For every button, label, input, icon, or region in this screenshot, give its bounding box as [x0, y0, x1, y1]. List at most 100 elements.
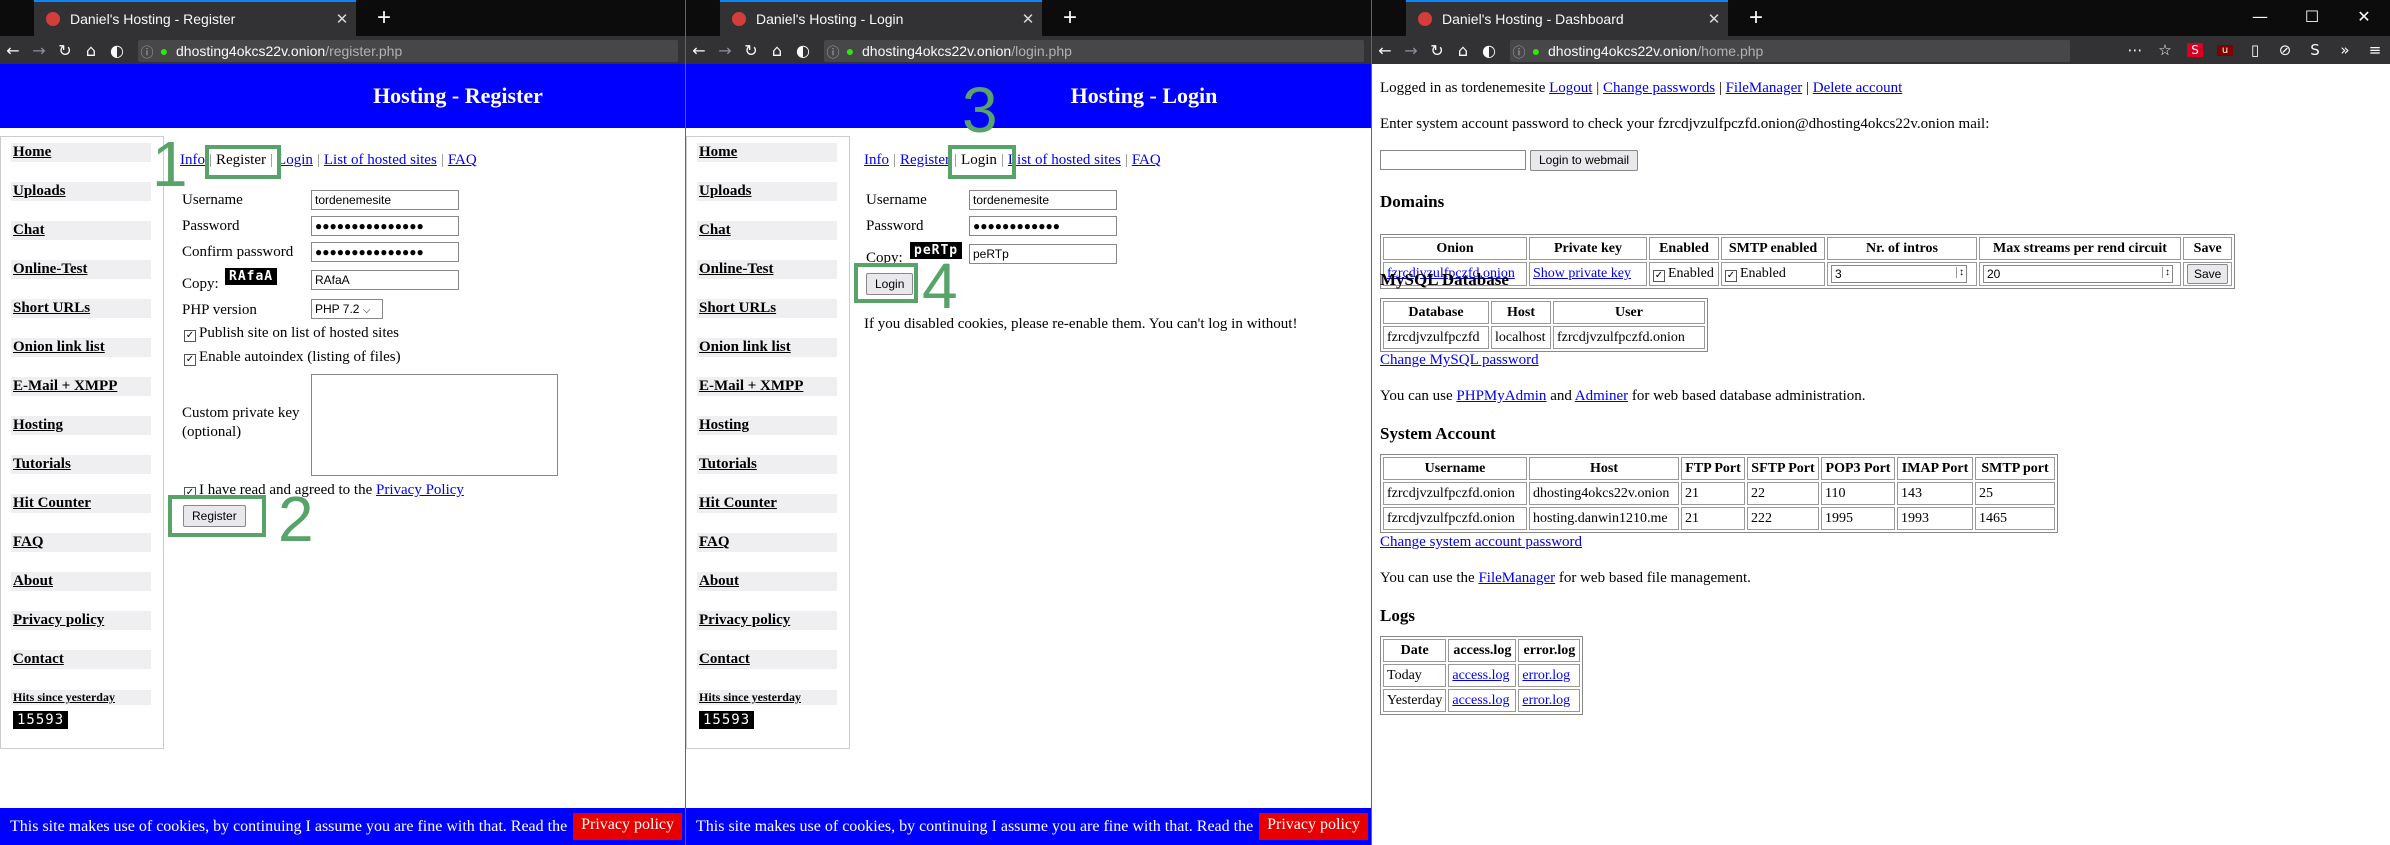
login-webmail-button[interactable]: Login to webmail [1530, 150, 1639, 171]
sidebar-item-contact[interactable]: Contact [697, 650, 837, 669]
tab-faq[interactable]: FAQ [448, 152, 477, 168]
info-icon[interactable]: ⓘ [824, 42, 842, 61]
forward-icon[interactable]: → [26, 41, 52, 60]
change-system-password-link[interactable]: Change system account password [1380, 534, 1582, 550]
sidebar-item-email-xmpp[interactable]: E-Mail + XMPP [697, 377, 837, 396]
tab-info[interactable]: Info [864, 152, 889, 168]
autoindex-checkbox[interactable]: ✓ [184, 354, 196, 366]
cookie-privacy-button[interactable]: Privacy policy [573, 813, 682, 840]
extension-icon[interactable]: S [2300, 41, 2330, 59]
tab-list-hosted[interactable]: List of hosted sites [324, 152, 437, 168]
sidebar-item-tutorials[interactable]: Tutorials [11, 455, 151, 474]
browser-tab[interactable]: Daniel's Hosting - Register ✕ [34, 0, 356, 36]
forward-icon[interactable]: → [1398, 41, 1424, 60]
logout-link[interactable]: Logout [1549, 80, 1592, 96]
phpmyadmin-link[interactable]: PHPMyAdmin [1456, 388, 1546, 404]
password-input[interactable]: ●●●●●●●●●●●● [969, 216, 1117, 236]
delete-account-link[interactable]: Delete account [1813, 80, 1903, 96]
ublock-icon[interactable]: u [2217, 44, 2233, 56]
private-key-textarea[interactable] [311, 374, 558, 476]
sidebar-item-short-urls[interactable]: Short URLs [697, 299, 837, 318]
sidebar-item-hosting[interactable]: Hosting [697, 416, 837, 435]
maximize-icon[interactable]: ☐ [2286, 0, 2338, 36]
filemanager-inline-link[interactable]: FileManager [1478, 570, 1555, 586]
sidebar-item-faq[interactable]: FAQ [11, 533, 151, 552]
back-icon[interactable]: ← [1372, 41, 1398, 60]
confirm-password-input[interactable]: ●●●●●●●●●●●●●●● [311, 242, 459, 262]
close-tab-icon[interactable]: ✕ [1700, 10, 1728, 28]
tor-circuit-icon[interactable]: ◐ [104, 41, 130, 60]
enabled-checkbox[interactable]: ✓ [1653, 270, 1665, 282]
sidebar-item-chat[interactable]: Chat [11, 221, 151, 240]
password-input[interactable]: ●●●●●●●●●●●●●●● [311, 216, 459, 236]
captcha-input[interactable]: peRTp [969, 244, 1117, 264]
close-window-icon[interactable]: ✕ [2338, 0, 2390, 36]
sidebar-item-onion-link-list[interactable]: Onion link list [697, 338, 837, 357]
info-icon[interactable]: ⓘ [1510, 42, 1528, 61]
cookie-privacy-button[interactable]: Privacy policy [1259, 813, 1368, 840]
php-version-select[interactable]: PHP 7.2 ⌵ [311, 299, 383, 319]
forward-icon[interactable]: → [712, 41, 738, 60]
username-input[interactable]: tordenemesite [311, 190, 459, 210]
close-tab-icon[interactable]: ✕ [1014, 10, 1042, 28]
sidebar-item-privacy-policy[interactable]: Privacy policy [11, 611, 151, 630]
bookmark-star-icon[interactable]: ☆ [2150, 41, 2180, 59]
sidebar-item-home[interactable]: Home [697, 143, 837, 162]
new-tab-icon[interactable]: + [1056, 4, 1084, 32]
sidebar-item-online-test[interactable]: Online-Test [11, 260, 151, 279]
back-icon[interactable]: ← [686, 41, 712, 60]
username-input[interactable]: tordenemesite [969, 190, 1117, 210]
url-bar[interactable]: ⓘ ● dhosting4okcs22v.onion/register.php [138, 40, 678, 62]
sidebar-item-online-test[interactable]: Online-Test [697, 260, 837, 279]
change-passwords-link[interactable]: Change passwords [1603, 80, 1715, 96]
sidebar-item-hosting[interactable]: Hosting [11, 416, 151, 435]
close-tab-icon[interactable]: ✕ [328, 10, 356, 28]
sidebar-item-onion-link-list[interactable]: Onion link list [11, 338, 151, 357]
autoindex-option[interactable]: ✓ Enable autoindex (listing of files) [184, 349, 401, 366]
home-icon[interactable]: ⌂ [78, 41, 104, 60]
sidebar-item-email-xmpp[interactable]: E-Mail + XMPP [11, 377, 151, 396]
sidebar-item-chat[interactable]: Chat [697, 221, 837, 240]
tab-register[interactable]: Register [900, 152, 950, 168]
sidebar-item-uploads[interactable]: Uploads [11, 182, 151, 201]
show-private-key-link[interactable]: Show private key [1533, 266, 1631, 281]
info-icon[interactable]: ⓘ [138, 42, 156, 61]
sidebar-item-about[interactable]: About [697, 572, 837, 591]
captcha-input[interactable]: RAfaA [311, 270, 459, 290]
intros-stepper[interactable]: 3 [1831, 265, 1967, 283]
error-log-link[interactable]: error.log [1522, 668, 1570, 683]
noscript-icon[interactable]: ⊘ [2270, 41, 2300, 59]
tor-circuit-icon[interactable]: ◐ [790, 41, 816, 60]
menu-icon[interactable]: ≡ [2360, 41, 2390, 59]
reload-icon[interactable]: ↻ [1424, 41, 1450, 60]
error-log-link[interactable]: error.log [1522, 693, 1570, 708]
sidebar-item-faq[interactable]: FAQ [697, 533, 837, 552]
sidebar-item-hit-counter[interactable]: Hit Counter [697, 494, 837, 513]
reload-icon[interactable]: ↻ [738, 41, 764, 60]
privacy-policy-link[interactable]: Privacy Policy [376, 482, 464, 498]
access-log-link[interactable]: access.log [1452, 668, 1509, 683]
url-bar[interactable]: ⓘ ● dhosting4okcs22v.onion/login.php [824, 40, 1364, 62]
minimize-icon[interactable]: — [2234, 0, 2286, 36]
tab-list-hosted[interactable]: List of hosted sites [1008, 152, 1121, 168]
sidebar-item-about[interactable]: About [11, 572, 151, 591]
tor-circuit-icon[interactable]: ◐ [1476, 41, 1502, 60]
tab-faq[interactable]: FAQ [1132, 152, 1161, 168]
adminer-link[interactable]: Adminer [1575, 388, 1628, 404]
sidebar-item-contact[interactable]: Contact [11, 650, 151, 669]
access-log-link[interactable]: access.log [1452, 693, 1509, 708]
home-icon[interactable]: ⌂ [764, 41, 790, 60]
publish-option[interactable]: ✓ Publish site on list of hosted sites [184, 325, 399, 342]
sidebar-item-uploads[interactable]: Uploads [697, 182, 837, 201]
save-button[interactable]: Save [2187, 264, 2229, 284]
extension-s-icon[interactable]: S [2187, 43, 2203, 57]
streams-stepper[interactable]: 20 [1983, 265, 2173, 283]
change-mysql-password-link[interactable]: Change MySQL password [1380, 352, 1539, 368]
new-tab-icon[interactable]: + [1742, 4, 1770, 32]
webmail-password-input[interactable] [1380, 150, 1526, 170]
browser-tab[interactable]: Daniel's Hosting - Login ✕ [720, 0, 1042, 36]
sidebar-item-privacy-policy[interactable]: Privacy policy [697, 611, 837, 630]
publish-checkbox[interactable]: ✓ [184, 330, 196, 342]
more-icon[interactable]: ⋯ [2120, 41, 2150, 59]
sidebar-item-hit-counter[interactable]: Hit Counter [11, 494, 151, 513]
